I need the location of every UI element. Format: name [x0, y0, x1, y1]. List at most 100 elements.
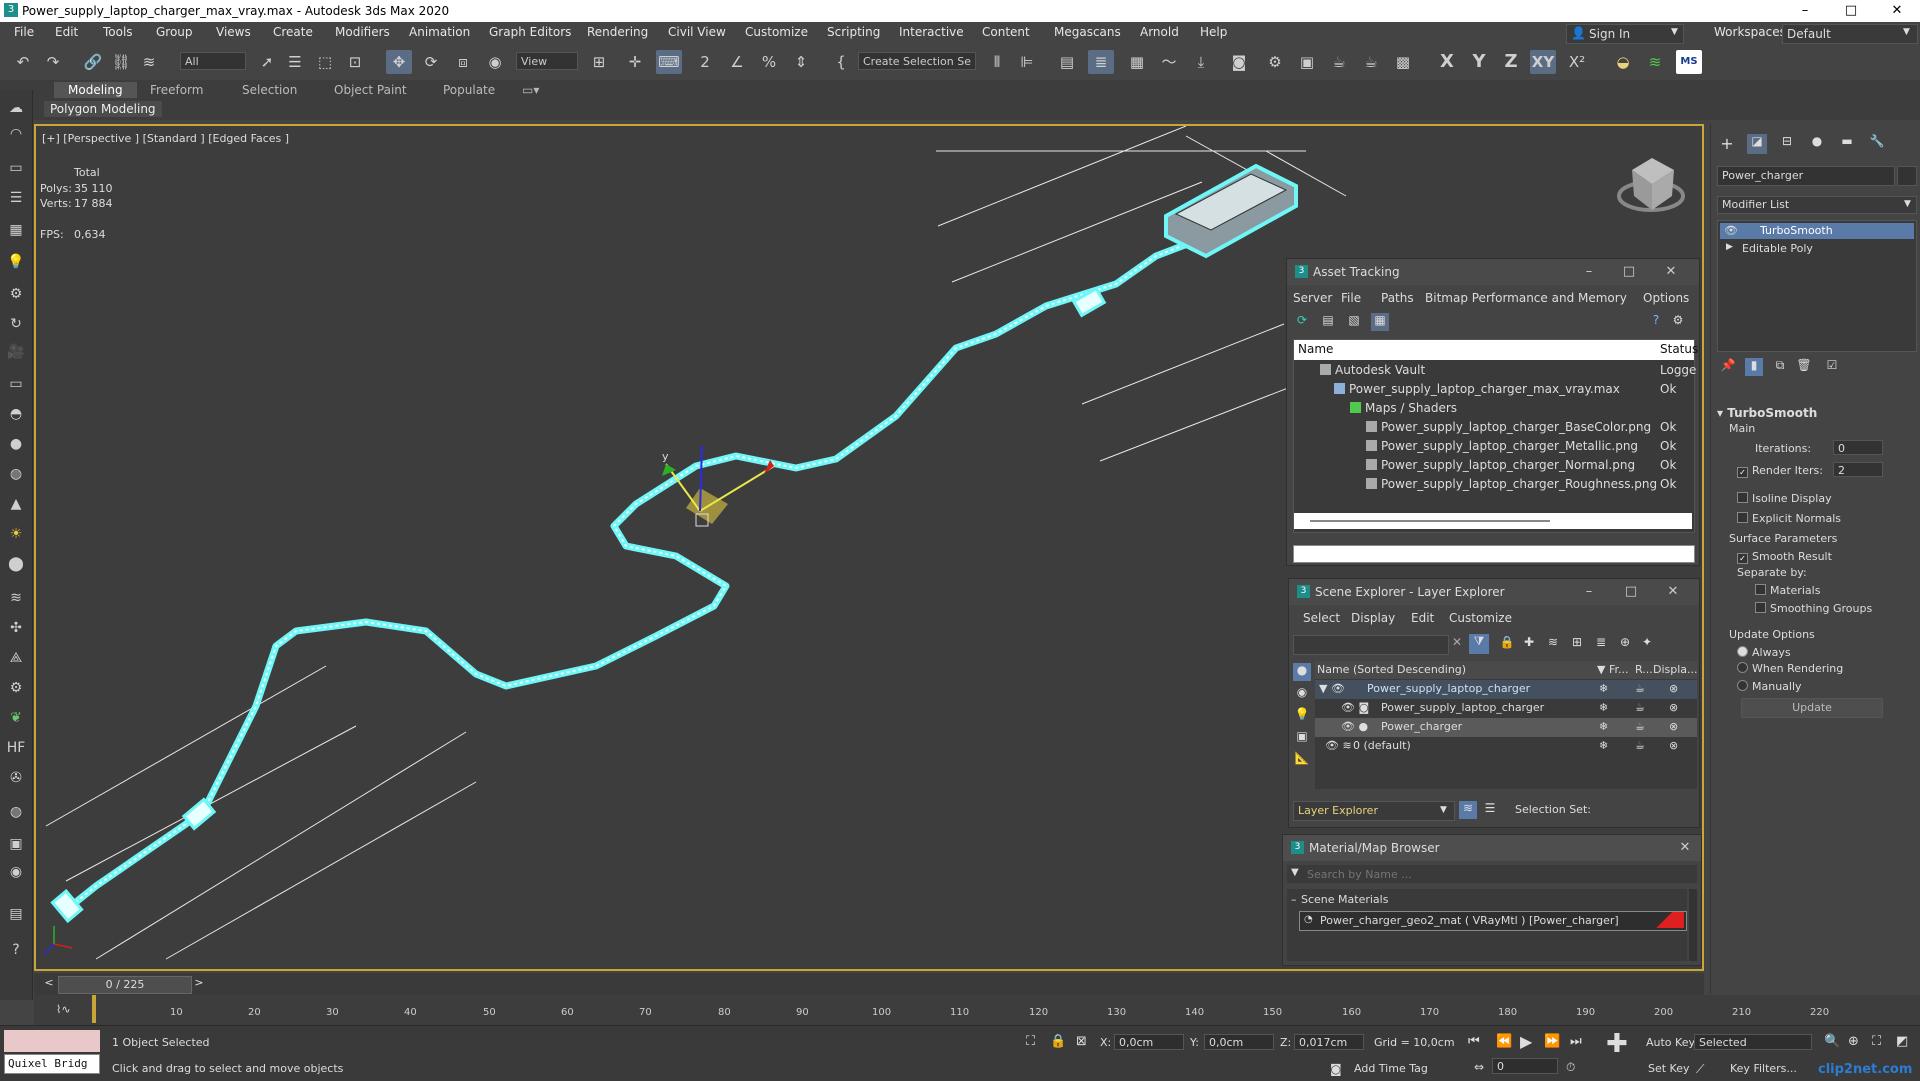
scene-explorer-icon[interactable]: ☰	[1481, 801, 1499, 819]
visibility-icon[interactable]: 👁 ◙	[1341, 701, 1369, 714]
toggle-ribbon-icon[interactable]: ▦	[1124, 50, 1150, 74]
globe-icon[interactable]: ◍	[4, 800, 28, 824]
y-coordinate-field[interactable]: 0,0cm	[1204, 1034, 1274, 1050]
freeze-icon[interactable]: ❄	[1599, 682, 1608, 695]
object-color-swatch[interactable]	[1897, 166, 1917, 186]
explicit-normals-checkbox[interactable]	[1737, 512, 1748, 523]
material-search-input[interactable]	[1305, 865, 1689, 883]
when-rendering-radio[interactable]	[1737, 662, 1748, 673]
prev-frame-button[interactable]: <	[42, 976, 56, 992]
render-setup-icon[interactable]: ⚙	[1262, 50, 1288, 74]
scene-explorer-toggle-icon[interactable]: ▤	[1054, 50, 1080, 74]
table-row[interactable]: Power_supply_laptop_charger_max_vray.max…	[1294, 380, 1694, 399]
table-row[interactable]: Power_supply_laptop_charger_Normal.png Ok	[1294, 456, 1694, 475]
display-icon[interactable]: ⊗	[1669, 701, 1678, 714]
table-view-icon[interactable]: ▦	[1371, 313, 1389, 331]
rendered-frame-window-icon[interactable]: ▣	[1294, 50, 1320, 74]
grid-icon[interactable]: ▦	[4, 218, 28, 242]
play-icon[interactable]: ▶	[1520, 1032, 1532, 1051]
ribbon-tab-selection[interactable]: Selection	[242, 83, 297, 97]
display-icon[interactable]: ⊗	[1669, 720, 1678, 733]
ribbon-tab-freeform[interactable]: Freeform	[150, 83, 203, 97]
keyboard-shortcut-override-icon[interactable]: ⌨	[656, 50, 682, 74]
hemisphere-icon[interactable]: ◓	[4, 402, 28, 426]
redo-icon[interactable]: ↷	[40, 50, 66, 74]
schematic-view-icon[interactable]: ⤓	[1188, 50, 1214, 74]
z-coordinate-field[interactable]: 0,017cm	[1294, 1034, 1364, 1050]
maximize-button[interactable]: □	[1621, 584, 1641, 600]
scrollbar-thumb[interactable]	[1310, 520, 1550, 522]
axis-x-button[interactable]: X	[1434, 50, 1460, 74]
key-filters-button[interactable]: Key Filters...	[1730, 1062, 1797, 1075]
sphere-icon[interactable]: ●	[4, 432, 28, 456]
axis-constraint-toggle-icon[interactable]: X²	[1564, 50, 1590, 74]
menu-file[interactable]: File	[14, 25, 34, 39]
current-frame-field[interactable]: 0	[1492, 1058, 1558, 1074]
table-row[interactable]: Power_supply_laptop_charger_Roughness.pn…	[1294, 475, 1694, 494]
display-helpers-icon[interactable]: 📐	[1293, 751, 1311, 769]
wheel-icon[interactable]: ✇	[4, 766, 28, 790]
particles-icon[interactable]: ✣	[4, 616, 28, 640]
scene-menu-edit[interactable]: Edit	[1411, 611, 1434, 625]
menu-views[interactable]: Views	[216, 25, 251, 39]
spinner-snap-icon[interactable]: ⇕	[788, 50, 814, 74]
ribbon-tab-object-paint[interactable]: Object Paint	[334, 83, 407, 97]
select-by-name-icon[interactable]: ☰	[282, 50, 308, 74]
modify-tab-icon[interactable]: ◪	[1747, 134, 1767, 154]
menu-interactive[interactable]: Interactive	[899, 25, 964, 39]
rectangular-selection-icon[interactable]: ⬚	[312, 50, 338, 74]
reference-coordinate-dropdown[interactable]: View	[516, 52, 578, 70]
hf-icon[interactable]: HF	[4, 736, 28, 760]
table-row[interactable]: Autodesk Vault Logge	[1294, 361, 1696, 380]
time-configuration-icon[interactable]: ⏱	[1566, 1060, 1575, 1075]
visibility-icon[interactable]: 👁 ≋	[1325, 739, 1352, 752]
scene-menu-customize[interactable]: Customize	[1449, 611, 1512, 625]
refresh-icon[interactable]: ⟳	[1293, 313, 1311, 331]
layers-green-icon[interactable]: ≋	[1642, 50, 1668, 74]
render-iters-checkbox[interactable]: ✓	[1737, 467, 1748, 478]
mirror-icon[interactable]: ⫴	[984, 50, 1010, 74]
help-icon[interactable]: ?	[4, 938, 28, 962]
curve-editor-icon[interactable]: 〜	[1156, 50, 1182, 74]
configure-modifier-sets-icon[interactable]: ☑	[1823, 358, 1841, 376]
key-mode-dropdown[interactable]: Selected	[1694, 1034, 1812, 1050]
list-item[interactable]: ▼ 👁 Power_supply_laptop_charger ❄ ☕ ⊗	[1315, 680, 1697, 699]
maxscript-listener-pink[interactable]	[4, 1030, 100, 1052]
menu-arnold[interactable]: Arnold	[1140, 25, 1179, 39]
helper-icon[interactable]: ⟁	[4, 646, 28, 670]
layer-add-icon[interactable]: ⊞	[1569, 635, 1585, 653]
foliage-icon[interactable]: ❦	[4, 706, 28, 730]
align-icon[interactable]: ⊫	[1014, 50, 1040, 74]
settings-icon[interactable]: ⚙	[4, 676, 28, 700]
window-crossing-icon[interactable]: ⊡	[342, 50, 368, 74]
close-button[interactable]: ✕	[1675, 840, 1695, 856]
scene-explorer-titlebar[interactable]: 3 Scene Explorer - Layer Explorer – □ ✕	[1289, 579, 1699, 605]
menu-modifiers[interactable]: Modifiers	[335, 25, 390, 39]
remove-modifier-icon[interactable]: 🗑	[1795, 358, 1813, 376]
scale-icon[interactable]: ⧈	[450, 50, 476, 74]
maximize-button[interactable]: □	[1619, 264, 1639, 280]
minimize-button[interactable]: –	[1579, 264, 1599, 280]
column-display[interactable]: Displa...	[1653, 663, 1698, 676]
display-lights-icon[interactable]: 💡	[1293, 707, 1311, 725]
update-button[interactable]: Update	[1741, 698, 1883, 718]
object-name-field[interactable]: Power_charger	[1717, 166, 1895, 186]
display-objects-icon[interactable]: ●	[1293, 663, 1311, 681]
hair-icon[interactable]: ≋	[4, 586, 28, 610]
minimize-button[interactable]: –	[1579, 584, 1599, 600]
link-icon[interactable]: 🔗	[80, 50, 106, 74]
x-coordinate-field[interactable]: 0,0cm	[1114, 1034, 1184, 1050]
select-manipulate-icon[interactable]: ✛	[622, 50, 648, 74]
asset-menu-server[interactable]: Server	[1293, 291, 1332, 305]
camera-icon[interactable]: 🎥	[4, 340, 28, 364]
dome-light-icon[interactable]: ◒	[1610, 50, 1636, 74]
display-cameras-icon[interactable]: ▣	[1293, 729, 1311, 747]
select-object-icon[interactable]: ➚	[254, 50, 280, 74]
collapse-icon[interactable]: –	[1291, 893, 1297, 906]
render-icon[interactable]: ☕	[1635, 682, 1645, 695]
axis-z-button[interactable]: Z	[1498, 50, 1524, 74]
scene-materials-header[interactable]: Scene Materials	[1301, 893, 1388, 906]
utilities-tab-icon[interactable]: 🔧	[1867, 134, 1887, 154]
scene-menu-select[interactable]: Select	[1303, 611, 1340, 625]
maxscript-listener-input[interactable]: Quixel Bridg	[4, 1054, 100, 1074]
